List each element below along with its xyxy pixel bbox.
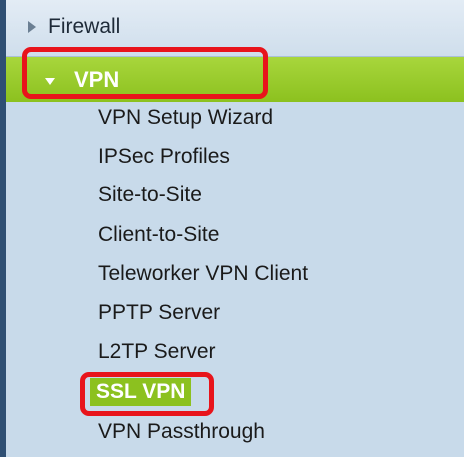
nav-subitem-vpn-passthrough[interactable]: VPN Passthrough: [98, 420, 265, 444]
chevron-right-icon: [28, 21, 36, 33]
nav-item-firewall-label: Firewall: [48, 15, 121, 38]
nav-subitem-client-to-site[interactable]: Client-to-Site: [98, 223, 219, 247]
nav-subitem-ipsec-profiles[interactable]: IPSec Profiles: [98, 145, 230, 169]
highlight-box-vpn: [22, 47, 268, 99]
nav-subitem-vpn-setup-wizard[interactable]: VPN Setup Wizard: [98, 106, 273, 130]
highlight-box-ssl-vpn: [80, 372, 214, 416]
nav-subitem-teleworker-vpn-client[interactable]: Teleworker VPN Client: [98, 262, 308, 286]
nav-subitem-site-to-site[interactable]: Site-to-Site: [98, 183, 202, 207]
nav-subitem-l2tp-server[interactable]: L2TP Server: [98, 340, 216, 364]
nav-subitem-pptp-server[interactable]: PPTP Server: [98, 301, 220, 325]
